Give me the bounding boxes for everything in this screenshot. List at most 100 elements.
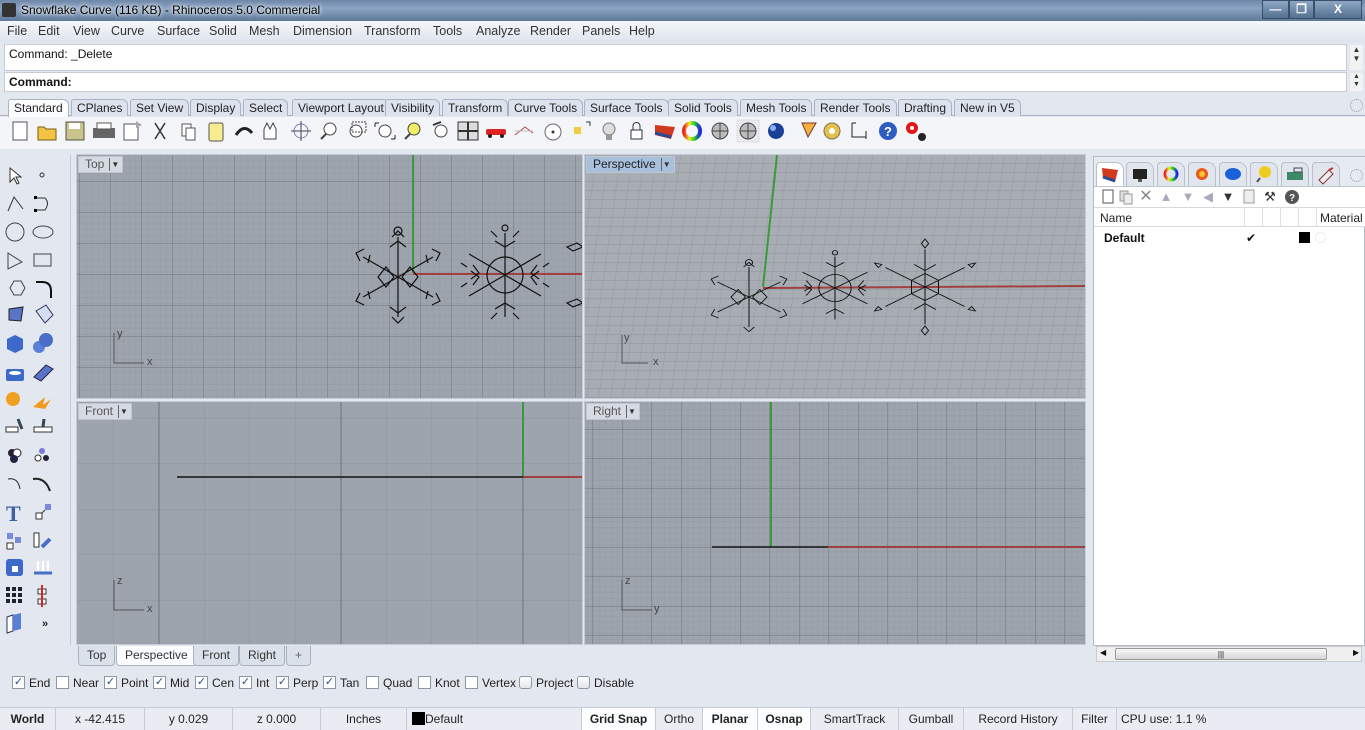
checkbox-unchecked[interactable] [418, 676, 431, 689]
tab-drafting[interactable]: Drafting [898, 99, 953, 116]
grid-options-icon[interactable] [514, 126, 534, 136]
units-indicator[interactable]: Inches [321, 708, 407, 730]
settings-gear-icon[interactable] [906, 122, 926, 141]
move-icon[interactable] [33, 532, 52, 549]
tab-new-in-v5[interactable]: New in V5 [954, 99, 1021, 116]
extrude-icon[interactable] [6, 369, 24, 381]
tab-standard[interactable]: Standard [8, 99, 69, 117]
tab-visibility[interactable]: Visibility [385, 99, 441, 116]
undo-icon[interactable] [234, 127, 254, 136]
pan-icon[interactable] [263, 121, 277, 140]
cut-icon[interactable] [154, 122, 166, 140]
circle-icon[interactable] [5, 222, 25, 242]
four-viewports-icon[interactable] [457, 121, 479, 141]
panel-settings-icon[interactable] [1350, 169, 1363, 182]
gumball-toggle[interactable]: Gumball [899, 708, 964, 730]
sphere-union-icon[interactable] [33, 333, 53, 353]
viewport-tab-front[interactable]: Front [193, 646, 240, 666]
add-viewport-tab-button[interactable]: + [286, 646, 312, 666]
menu-analyze[interactable]: Analyze [476, 24, 520, 38]
osnap-cen[interactable]: ✓ Cen [195, 676, 234, 690]
smarttrack-toggle[interactable]: SmartTrack [811, 708, 899, 730]
osnap-project-button[interactable]: Project [519, 676, 573, 690]
menu-dimension[interactable]: Dimension [293, 24, 352, 38]
array-icon[interactable] [6, 533, 21, 550]
layer-name[interactable]: Default [1104, 231, 1145, 245]
restore-button[interactable]: ❐ [1289, 0, 1314, 19]
point-icon[interactable] [39, 172, 45, 178]
menu-panels[interactable]: Panels [582, 24, 620, 38]
save-icon[interactable] [65, 121, 85, 141]
checkbox-checked[interactable]: ✓ [276, 676, 289, 689]
osnap-point[interactable]: ✓ Point [104, 676, 148, 690]
surface-edge-icon[interactable] [35, 304, 54, 324]
select-points-icon[interactable] [574, 121, 591, 134]
command-line[interactable]: Command: [4, 72, 1347, 92]
select-icon[interactable] [9, 166, 23, 185]
osnap-toggle[interactable]: Osnap [758, 708, 811, 730]
copy-layer-icon[interactable] [1241, 189, 1257, 205]
osnap-knot[interactable]: Knot [418, 676, 460, 690]
layers-icon[interactable] [1096, 162, 1124, 186]
scale-icon[interactable] [35, 504, 51, 520]
record-history-toggle[interactable]: Record History [964, 708, 1073, 730]
viewport-label-right[interactable]: Right ▼ [586, 403, 641, 420]
tab-curve-tools[interactable]: Curve Tools [508, 99, 584, 116]
viewport-tab-top[interactable]: Top [78, 646, 116, 666]
viewport-tab-perspective[interactable]: Perspective [116, 646, 197, 666]
rectangle-icon[interactable] [33, 253, 52, 267]
group-icon[interactable] [34, 448, 49, 462]
tab-transform[interactable]: Transform [442, 99, 509, 116]
viewport-label-front[interactable]: Front ▼ [78, 403, 133, 420]
color-wheel-icon[interactable] [682, 121, 702, 141]
menu-file[interactable]: File [7, 24, 27, 38]
curve-control-points-icon[interactable] [34, 196, 48, 212]
filter-icon[interactable]: ▼ [1220, 189, 1236, 205]
checkbox-unchecked[interactable] [56, 676, 69, 689]
new-icon[interactable] [12, 121, 28, 141]
text-icon[interactable]: T [6, 501, 21, 526]
tab-set-view[interactable]: Set View [130, 99, 190, 116]
zoom-window-icon[interactable] [349, 121, 367, 138]
filter-toggle[interactable]: Filter [1073, 708, 1117, 730]
chevron-down-icon[interactable]: ▼ [109, 158, 120, 171]
command-history-scrollbar[interactable]: ▲ ▼ [1350, 45, 1363, 70]
planar-toggle[interactable]: Planar [703, 708, 758, 730]
car-icon[interactable] [486, 129, 506, 138]
chevron-down-icon[interactable]: ▼ [660, 158, 672, 171]
paste-icon[interactable] [208, 122, 224, 142]
checkbox-unchecked[interactable] [519, 676, 532, 689]
checkbox-checked[interactable]: ✓ [195, 676, 208, 689]
menu-help[interactable]: Help [629, 24, 655, 38]
curve-arc-icon[interactable] [32, 477, 51, 492]
flip-icon[interactable] [6, 613, 21, 634]
current-layer-indicator[interactable]: Default [407, 708, 582, 730]
wireframe-sphere-icon[interactable] [711, 122, 729, 140]
checkbox-checked[interactable]: ✓ [239, 676, 252, 689]
light-bulb-icon[interactable] [1250, 162, 1278, 186]
grid-snap-toggle[interactable]: Grid Snap [582, 708, 656, 730]
fillet-curve-icon[interactable] [36, 281, 52, 298]
layer-color-swatch[interactable] [1299, 232, 1310, 243]
light-icon[interactable] [602, 122, 616, 140]
tab-viewport-layout[interactable]: Viewport Layout [292, 99, 390, 116]
layer-row[interactable]: Default ✔ [1094, 228, 1365, 248]
ellipse-icon[interactable] [32, 225, 54, 239]
dimension-icon[interactable] [851, 122, 867, 139]
layer-icon[interactable] [654, 125, 675, 139]
keyboard-icon[interactable] [1281, 162, 1309, 186]
grid-array-icon[interactable] [6, 587, 22, 603]
solid-box-icon[interactable] [6, 559, 23, 576]
material-icon[interactable] [1219, 162, 1247, 186]
sun-icon[interactable] [1188, 162, 1216, 186]
viewport-perspective[interactable]: y x Perspective ▼ [584, 154, 1086, 399]
osnap-quad[interactable]: Quad [366, 676, 412, 690]
scrollbar-thumb[interactable]: ||| [1115, 648, 1327, 660]
rendered-sphere-icon[interactable] [768, 123, 784, 139]
display-icon[interactable] [1126, 162, 1154, 186]
trim-icon[interactable] [33, 397, 51, 409]
tab-cplanes[interactable]: CPlanes [71, 99, 129, 116]
surface-points-icon[interactable] [8, 306, 24, 322]
move-down-icon[interactable]: ▼ [1180, 189, 1196, 205]
arc-icon[interactable] [7, 252, 24, 270]
